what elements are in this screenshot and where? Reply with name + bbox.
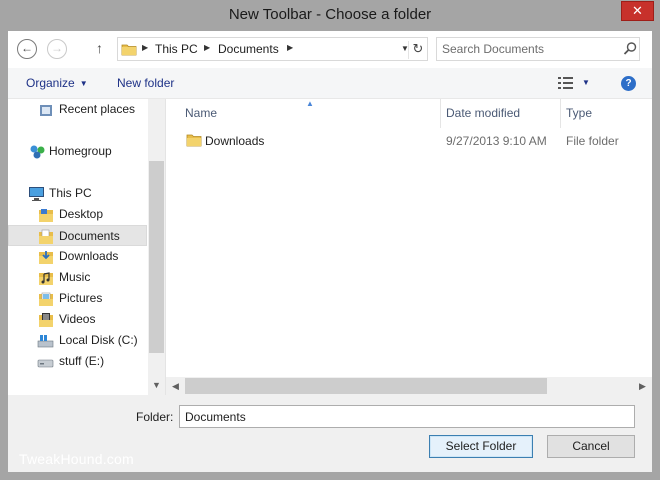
column-header-date-modified[interactable]: Date modified (446, 106, 520, 120)
videos-icon (38, 312, 54, 331)
recent-places-icon (38, 102, 54, 121)
nav-item-documents[interactable]: Documents (8, 225, 147, 246)
nav-item-videos[interactable]: Videos (8, 309, 147, 330)
pictures-icon (38, 291, 54, 310)
nav-item-label: Downloads (59, 249, 119, 263)
homegroup-icon (29, 144, 46, 163)
nav-item-label: Documents (59, 229, 120, 243)
breadcrumb-this-pc[interactable]: This PC (155, 42, 198, 56)
file-list: ▲ Name Date modified Type Downloads 9/27… (166, 99, 652, 395)
computer-icon (28, 186, 45, 205)
organize-label: Organize (26, 76, 75, 90)
nav-item-local-disk-c[interactable]: Local Disk (C:) (8, 330, 147, 351)
search-input[interactable] (442, 40, 612, 58)
dialog-client-area: ← → ↑ ▶ This PC ▶ Documents ▶ ▼ ↻ Search… (8, 31, 652, 472)
nav-item-label: stuff (E:) (59, 354, 105, 368)
horizontal-scrollbar-thumb[interactable] (185, 378, 547, 394)
network-icon (28, 392, 44, 395)
nav-item-label: Local Disk (C:) (59, 333, 138, 347)
nav-pane-scrollbar[interactable]: ▼ (148, 99, 165, 395)
organize-button[interactable]: Organize ▼ (26, 76, 88, 90)
nav-item-downloads[interactable]: Downloads (8, 246, 147, 267)
column-header-name[interactable]: Name (185, 106, 217, 120)
nav-item-label: Pictures (59, 291, 103, 305)
nav-item-label: Recent places (59, 102, 136, 116)
downloads-icon (38, 249, 54, 268)
search-icon[interactable] (622, 41, 638, 57)
nav-item-this-pc[interactable]: This PC (8, 183, 147, 204)
watermark: TweakHound.com (19, 451, 134, 467)
nav-item-network-partial[interactable] (8, 389, 147, 395)
address-bar[interactable]: ▶ This PC ▶ Documents ▶ ▼ ↻ (117, 37, 428, 61)
refresh-button[interactable]: ↻ (408, 41, 427, 59)
folder-icon (186, 133, 202, 150)
file-type: File folder (566, 134, 619, 148)
column-divider[interactable] (560, 99, 561, 128)
view-options-icon[interactable] (558, 77, 574, 92)
scroll-right-icon[interactable]: ▶ (639, 381, 646, 392)
file-date-modified: 9/27/2013 9:10 AM (446, 134, 547, 148)
nav-item-label: Homegroup (49, 144, 112, 158)
scroll-down-icon[interactable]: ▼ (152, 380, 161, 390)
back-button[interactable]: ← (17, 39, 37, 59)
column-header-type[interactable]: Type (566, 106, 592, 120)
folder-icon (121, 42, 137, 59)
new-folder-button[interactable]: New folder (117, 76, 174, 90)
nav-item-stuff-e[interactable]: stuff (E:) (8, 351, 147, 372)
cancel-button[interactable]: Cancel (547, 435, 635, 458)
scroll-left-icon[interactable]: ◀ (172, 381, 179, 392)
nav-item-recent-places[interactable]: Recent places (8, 99, 147, 120)
nav-item-pictures[interactable]: Pictures (8, 288, 147, 309)
breadcrumb-documents[interactable]: Documents (218, 42, 279, 56)
nav-item-label: This PC (49, 186, 92, 200)
breadcrumb-chevron-icon[interactable]: ▶ (287, 43, 293, 52)
nav-scrollbar-thumb[interactable] (149, 161, 164, 353)
view-dropdown-icon[interactable]: ▼ (582, 78, 590, 87)
sort-ascending-icon: ▲ (306, 99, 314, 108)
breadcrumb-chevron-icon[interactable]: ▶ (204, 43, 210, 52)
command-bar: Organize ▼ New folder ▼ ? (8, 68, 652, 99)
file-name: Downloads (205, 134, 265, 148)
chevron-down-icon: ▼ (79, 79, 88, 88)
search-box[interactable] (436, 37, 640, 61)
navigation-pane: Recent places Homegroup This PC Desktop (8, 99, 165, 395)
nav-item-label: Desktop (59, 207, 104, 221)
close-button[interactable]: ✕ (621, 1, 654, 21)
folder-icon (38, 207, 54, 226)
select-folder-button[interactable]: Select Folder (429, 435, 533, 458)
nav-item-label: Videos (59, 312, 96, 326)
dialog-window: New Toolbar - Choose a folder ✕ ← → ↑ ▶ … (0, 0, 660, 480)
up-button[interactable]: ↑ (96, 40, 103, 56)
nav-item-label: Music (59, 270, 91, 284)
nav-item-homegroup[interactable]: Homegroup (8, 141, 147, 162)
column-divider[interactable] (440, 99, 441, 128)
file-row[interactable]: Downloads 9/27/2013 9:10 AM File folder (182, 131, 642, 151)
window-title: New Toolbar - Choose a folder (228, 6, 432, 23)
music-icon (38, 270, 54, 289)
drive-icon (37, 333, 54, 352)
help-button[interactable]: ? (621, 76, 636, 91)
folder-field[interactable] (179, 405, 635, 428)
breadcrumb-chevron-icon[interactable]: ▶ (142, 43, 148, 52)
navigation-bar: ← → ↑ ▶ This PC ▶ Documents ▶ ▼ ↻ (8, 31, 652, 68)
nav-item-music[interactable]: Music (8, 267, 147, 288)
file-list-horizontal-scrollbar[interactable]: ◀ ▶ (166, 377, 652, 395)
nav-item-desktop[interactable]: Desktop (8, 204, 147, 225)
title-bar[interactable]: New Toolbar - Choose a folder ✕ (0, 0, 660, 31)
folder-label: Folder: (136, 410, 174, 424)
forward-button[interactable]: → (47, 39, 67, 59)
removable-drive-icon (37, 354, 54, 373)
